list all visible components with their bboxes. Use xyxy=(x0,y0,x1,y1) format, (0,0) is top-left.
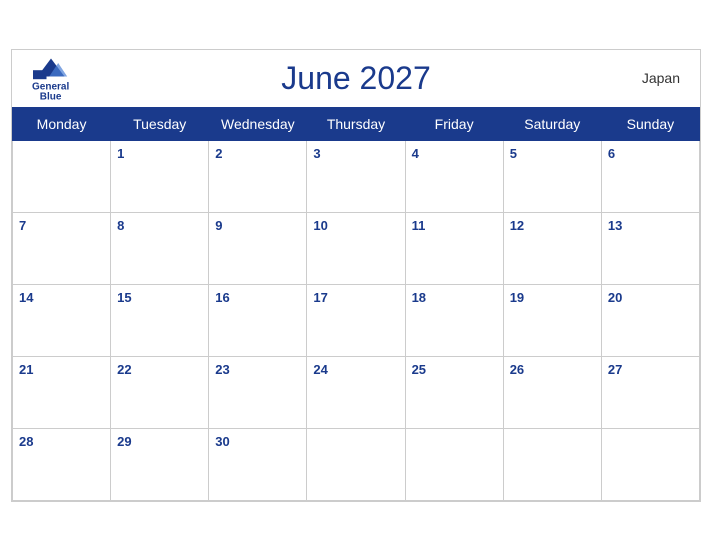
day-number: 2 xyxy=(215,146,222,161)
day-number: 19 xyxy=(510,290,524,305)
calendar-cell: 13 xyxy=(601,212,699,284)
calendar-cell: 1 xyxy=(111,140,209,212)
calendar-cell: 25 xyxy=(405,356,503,428)
calendar-cell: 11 xyxy=(405,212,503,284)
day-number: 3 xyxy=(313,146,320,161)
calendar-cell: 26 xyxy=(503,356,601,428)
calendar-cell: 4 xyxy=(405,140,503,212)
week-row-2: 7 8 9 10 11 12 13 xyxy=(13,212,700,284)
day-number: 29 xyxy=(117,434,131,449)
calendar-cell xyxy=(13,140,111,212)
day-number: 10 xyxy=(313,218,327,233)
calendar-cell: 10 xyxy=(307,212,405,284)
calendar-cell: 20 xyxy=(601,284,699,356)
calendar-cell: 16 xyxy=(209,284,307,356)
logo: General Blue xyxy=(32,54,69,103)
calendar-cell: 2 xyxy=(209,140,307,212)
day-number: 26 xyxy=(510,362,524,377)
day-number: 24 xyxy=(313,362,327,377)
calendar-title: June 2027 xyxy=(281,60,430,97)
calendar-cell: 7 xyxy=(13,212,111,284)
day-number: 12 xyxy=(510,218,524,233)
day-number: 16 xyxy=(215,290,229,305)
calendar-cell: 28 xyxy=(13,428,111,500)
calendar-header: General Blue June 2027 Japan xyxy=(12,50,700,107)
calendar-cell: 9 xyxy=(209,212,307,284)
calendar-cell: 24 xyxy=(307,356,405,428)
calendar-cell: 6 xyxy=(601,140,699,212)
calendar-cell: 8 xyxy=(111,212,209,284)
header-thursday: Thursday xyxy=(307,107,405,140)
calendar-cell xyxy=(503,428,601,500)
day-number: 30 xyxy=(215,434,229,449)
day-number: 11 xyxy=(412,218,426,233)
week-row-3: 14 15 16 17 18 19 20 xyxy=(13,284,700,356)
day-number: 22 xyxy=(117,362,131,377)
calendar-cell: 5 xyxy=(503,140,601,212)
day-number: 9 xyxy=(215,218,222,233)
calendar-cell: 14 xyxy=(13,284,111,356)
day-number: 25 xyxy=(412,362,426,377)
day-number: 7 xyxy=(19,218,26,233)
day-number: 13 xyxy=(608,218,622,233)
calendar-cell xyxy=(307,428,405,500)
calendar: General Blue June 2027 Japan Monday Tues… xyxy=(11,49,701,502)
header-sunday: Sunday xyxy=(601,107,699,140)
calendar-cell: 3 xyxy=(307,140,405,212)
days-header-row: Monday Tuesday Wednesday Thursday Friday… xyxy=(13,107,700,140)
header-wednesday: Wednesday xyxy=(209,107,307,140)
day-number: 8 xyxy=(117,218,124,233)
day-number: 15 xyxy=(117,290,131,305)
day-number: 23 xyxy=(215,362,229,377)
country-label: Japan xyxy=(642,70,680,86)
day-number: 14 xyxy=(19,290,33,305)
calendar-cell: 29 xyxy=(111,428,209,500)
header-tuesday: Tuesday xyxy=(111,107,209,140)
calendar-cell: 19 xyxy=(503,284,601,356)
header-friday: Friday xyxy=(405,107,503,140)
calendar-cell: 23 xyxy=(209,356,307,428)
day-number: 18 xyxy=(412,290,426,305)
week-row-5: 28 29 30 xyxy=(13,428,700,500)
week-row-1: 1 2 3 4 5 6 xyxy=(13,140,700,212)
day-number: 17 xyxy=(313,290,327,305)
calendar-cell: 22 xyxy=(111,356,209,428)
day-number: 20 xyxy=(608,290,622,305)
calendar-cell: 12 xyxy=(503,212,601,284)
week-row-4: 21 22 23 24 25 26 27 xyxy=(13,356,700,428)
day-number: 4 xyxy=(412,146,419,161)
header-saturday: Saturday xyxy=(503,107,601,140)
calendar-table: Monday Tuesday Wednesday Thursday Friday… xyxy=(12,107,700,501)
day-number: 1 xyxy=(117,146,124,161)
logo-blue-text: Blue xyxy=(40,93,62,103)
calendar-cell: 21 xyxy=(13,356,111,428)
day-number: 27 xyxy=(608,362,622,377)
calendar-cell xyxy=(405,428,503,500)
header-monday: Monday xyxy=(13,107,111,140)
day-number: 5 xyxy=(510,146,517,161)
day-number: 6 xyxy=(608,146,615,161)
calendar-cell: 27 xyxy=(601,356,699,428)
calendar-cell: 17 xyxy=(307,284,405,356)
calendar-cell: 30 xyxy=(209,428,307,500)
calendar-cell xyxy=(601,428,699,500)
calendar-cell: 15 xyxy=(111,284,209,356)
calendar-cell: 18 xyxy=(405,284,503,356)
day-number: 28 xyxy=(19,434,33,449)
day-number: 21 xyxy=(19,362,33,377)
